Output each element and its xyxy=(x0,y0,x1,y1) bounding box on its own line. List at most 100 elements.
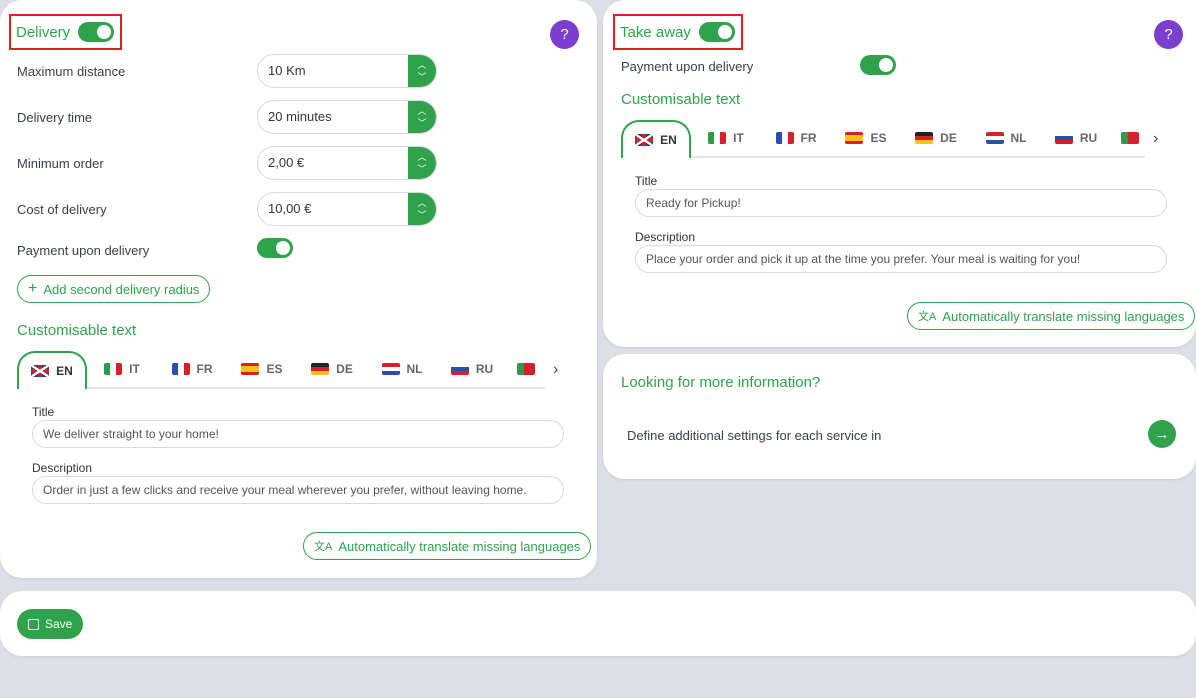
add-radius-label: Add second delivery radius xyxy=(43,281,200,297)
flag-uk-icon xyxy=(31,365,50,377)
title-input[interactable]: We deliver straight to your home! xyxy=(32,420,564,448)
tab-en[interactable]: EN xyxy=(17,351,87,389)
help-icon: ? xyxy=(1164,26,1173,43)
payment-upon-delivery-label: Payment upon delivery xyxy=(17,243,150,258)
takeaway-payment-toggle[interactable] xyxy=(860,55,896,75)
flag-nl-icon xyxy=(381,363,400,375)
description-input[interactable]: Order in just a few clicks and receive y… xyxy=(32,476,564,504)
delivery-header: Delivery xyxy=(9,14,123,50)
takeaway-title: Take away xyxy=(620,23,691,41)
delivery-cost-value[interactable]: 10,00 € xyxy=(258,193,408,225)
translate-icon: 文A xyxy=(918,311,937,323)
translate-button[interactable]: 文A Automatically translate missing langu… xyxy=(303,532,592,560)
delivery-toggle[interactable] xyxy=(78,22,115,42)
tab-pt[interactable] xyxy=(507,351,545,389)
delivery-time-value[interactable]: 20 minutes xyxy=(258,101,408,133)
tab-es[interactable]: ES xyxy=(831,120,901,158)
tab-es[interactable]: ES xyxy=(227,351,297,389)
payment-upon-delivery-toggle[interactable] xyxy=(257,238,293,258)
delivery-title: Delivery xyxy=(16,23,71,41)
info-go-button[interactable]: → xyxy=(1148,420,1176,448)
tab-ru-label: RU xyxy=(475,362,494,376)
delivery-help-button[interactable]: ? xyxy=(550,20,579,49)
takeaway-description-input[interactable]: Place your order and pick it up at the t… xyxy=(635,245,1167,273)
max-distance-label: Maximum distance xyxy=(17,64,126,79)
info-title: Looking for more information? xyxy=(621,374,821,391)
stepper-arrows-icon[interactable]: ︿ ﹀ xyxy=(408,147,436,179)
tab-en-label: EN xyxy=(56,364,73,378)
description-label: Description xyxy=(32,461,93,475)
tabs-next-chevron-icon[interactable]: › xyxy=(1153,130,1158,148)
stepper-arrows-icon[interactable]: ︿ ﹀ xyxy=(408,101,436,133)
flag-fr-icon xyxy=(171,363,190,375)
flag-de-icon xyxy=(311,363,330,375)
flag-ru-icon xyxy=(1054,132,1073,144)
tab-fr[interactable]: FR xyxy=(761,120,831,158)
tab-en[interactable]: EN xyxy=(621,120,691,158)
tab-en-label: EN xyxy=(660,133,677,147)
info-text: Define additional settings for each serv… xyxy=(627,428,882,443)
takeaway-title-label: Title xyxy=(635,174,658,188)
tab-de[interactable]: DE xyxy=(297,351,367,389)
takeaway-customisable-text-title: Customisable text xyxy=(621,91,741,108)
tab-nl[interactable]: NL xyxy=(367,351,437,389)
arrow-right-icon: → xyxy=(1154,425,1170,443)
help-icon: ? xyxy=(560,26,569,43)
tabs-next-chevron-icon[interactable]: › xyxy=(553,361,558,379)
delivery-time-label: Delivery time xyxy=(17,110,93,125)
tab-fr-label: FR xyxy=(196,362,213,376)
flag-it-icon xyxy=(104,363,123,375)
max-distance-value[interactable]: 10 Km xyxy=(258,55,408,87)
tab-it-label: IT xyxy=(129,362,140,376)
tab-ru[interactable]: RU xyxy=(1041,120,1111,158)
plus-icon: + xyxy=(28,280,38,297)
save-button[interactable]: Save xyxy=(17,609,84,639)
flag-nl-icon xyxy=(985,132,1004,144)
takeaway-payment-label: Payment upon delivery xyxy=(621,59,754,74)
translate-label: Automatically translate missing language… xyxy=(942,308,1185,324)
minimum-order-stepper[interactable]: 2,00 € ︿ ﹀ xyxy=(257,146,437,180)
takeaway-header: Take away xyxy=(613,14,743,50)
takeaway-toggle[interactable] xyxy=(698,22,735,42)
flag-es-icon xyxy=(241,363,260,375)
delivery-card: Delivery ? Maximum distance 10 Km ︿ ﹀ Del… xyxy=(0,0,597,578)
tab-it-label: IT xyxy=(733,131,744,145)
customisable-text-title: Customisable text xyxy=(17,322,137,339)
tab-fr[interactable]: FR xyxy=(157,351,227,389)
tab-it[interactable]: IT xyxy=(87,351,157,389)
flag-de-icon xyxy=(915,132,934,144)
title-label: Title xyxy=(32,405,55,419)
tab-pt[interactable] xyxy=(1111,120,1145,158)
language-tabs: EN IT FR ES DE NL RU › xyxy=(17,350,558,390)
flag-es-icon xyxy=(845,132,864,144)
delivery-time-stepper[interactable]: 20 minutes ︿ ﹀ xyxy=(257,100,437,134)
stepper-arrows-icon[interactable]: ︿ ﹀ xyxy=(408,55,436,87)
takeaway-language-tabs: EN IT FR ES DE NL RU › xyxy=(621,119,1158,159)
add-delivery-radius-button[interactable]: + Add second delivery radius xyxy=(17,275,211,303)
max-distance-stepper[interactable]: 10 Km ︿ ﹀ xyxy=(257,54,437,88)
translate-icon: 文A xyxy=(314,541,333,553)
tab-es-label: ES xyxy=(870,131,887,145)
tab-de[interactable]: DE xyxy=(901,120,971,158)
delivery-cost-label: Cost of delivery xyxy=(17,202,107,217)
tab-nl-label: NL xyxy=(1010,131,1027,145)
takeaway-title-input[interactable]: Ready for Pickup! xyxy=(635,189,1167,217)
delivery-cost-stepper[interactable]: 10,00 € ︿ ﹀ xyxy=(257,192,437,226)
tab-it[interactable]: IT xyxy=(691,120,761,158)
takeaway-card: Take away ? Payment upon delivery Custom… xyxy=(603,0,1196,347)
flag-pt-icon xyxy=(517,363,535,375)
info-card: Looking for more information? Define add… xyxy=(603,354,1196,479)
tab-ru[interactable]: RU xyxy=(437,351,507,389)
flag-uk-icon xyxy=(635,134,654,146)
takeaway-help-button[interactable]: ? xyxy=(1154,20,1183,49)
stepper-arrows-icon[interactable]: ︿ ﹀ xyxy=(408,193,436,225)
translate-label: Automatically translate missing language… xyxy=(338,538,581,554)
minimum-order-label: Minimum order xyxy=(17,156,104,171)
tab-es-label: ES xyxy=(266,362,283,376)
tab-fr-label: FR xyxy=(800,131,817,145)
tab-ru-label: RU xyxy=(1079,131,1098,145)
flag-it-icon xyxy=(708,132,727,144)
minimum-order-value[interactable]: 2,00 € xyxy=(258,147,408,179)
tab-nl[interactable]: NL xyxy=(971,120,1041,158)
takeaway-translate-button[interactable]: 文A Automatically translate missing langu… xyxy=(907,302,1196,330)
